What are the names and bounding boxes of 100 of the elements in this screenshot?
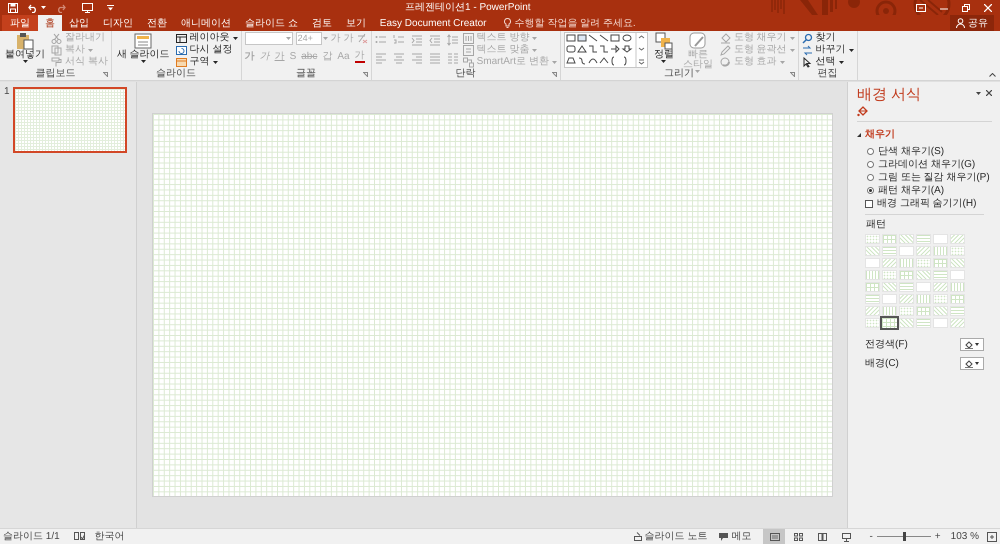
ribbon-large-button[interactable]: 정렬 bbox=[652, 32, 676, 68]
redo-icon[interactable] bbox=[56, 2, 66, 12]
share-button[interactable]: 공유 bbox=[950, 15, 994, 31]
pattern-swatch[interactable] bbox=[950, 294, 965, 304]
pattern-swatch[interactable] bbox=[916, 282, 931, 292]
ribbon-tab[interactable]: 애니메이션 bbox=[174, 15, 238, 31]
undo-icon[interactable] bbox=[28, 2, 38, 12]
launcher-icon[interactable] bbox=[102, 72, 108, 77]
zoom-out-button[interactable]: - bbox=[867, 532, 875, 542]
pattern-swatch[interactable] bbox=[865, 306, 880, 316]
pattern-swatch[interactable] bbox=[865, 270, 880, 280]
ribbon-button[interactable]: 레이아웃 bbox=[176, 32, 238, 44]
pattern-swatch[interactable] bbox=[933, 270, 948, 280]
pattern-swatch[interactable] bbox=[882, 246, 897, 256]
ribbon-button[interactable]: 다시 설정 bbox=[176, 44, 238, 56]
comments-button[interactable]: 메모 bbox=[719, 532, 752, 542]
clear-format-icon[interactable] bbox=[356, 33, 368, 44]
ribbon-button[interactable]: 찾기 bbox=[802, 32, 854, 44]
pattern-swatch[interactable] bbox=[950, 246, 965, 256]
pattern-swatch[interactable] bbox=[899, 318, 914, 328]
save-icon[interactable] bbox=[8, 2, 18, 12]
pattern-swatch[interactable] bbox=[916, 258, 931, 268]
slide-thumbnail[interactable] bbox=[12, 87, 127, 153]
pattern-swatch[interactable] bbox=[950, 306, 965, 316]
pattern-swatch[interactable] bbox=[950, 270, 965, 280]
radio-button[interactable]: 그림 또는 질감 채우기(P) bbox=[867, 172, 992, 183]
pattern-swatch[interactable] bbox=[865, 246, 880, 256]
radio-button[interactable]: 패턴 채우기(A) bbox=[867, 185, 992, 196]
fit-slide-icon[interactable] bbox=[987, 532, 997, 542]
pattern-swatch[interactable] bbox=[916, 234, 931, 244]
pattern-swatch[interactable] bbox=[899, 246, 914, 256]
ribbon-button[interactable]: 구역 bbox=[176, 56, 238, 68]
pattern-swatch[interactable] bbox=[865, 294, 880, 304]
zoom-in-button[interactable]: + bbox=[932, 532, 943, 542]
slider-thumb[interactable] bbox=[902, 532, 906, 541]
pattern-swatch[interactable] bbox=[899, 258, 914, 268]
pattern-swatch[interactable] bbox=[865, 318, 880, 328]
ribbon-button[interactable]: 바꾸기 bbox=[802, 44, 854, 56]
normal-view-button[interactable] bbox=[763, 529, 786, 544]
pattern-swatch[interactable] bbox=[933, 246, 948, 256]
language-label[interactable]: 한국어 bbox=[94, 532, 125, 542]
color-picker-button[interactable] bbox=[960, 357, 984, 370]
pattern-swatch[interactable] bbox=[950, 234, 965, 244]
radio-button[interactable]: 단색 채우기(S) bbox=[867, 146, 992, 157]
checkbox[interactable]: 배경 그래픽 숨기기(H) bbox=[865, 198, 992, 210]
pattern-swatch[interactable] bbox=[899, 270, 914, 280]
pattern-swatch[interactable] bbox=[899, 234, 914, 244]
ribbon-tab[interactable]: 파일 bbox=[2, 15, 38, 31]
section-header[interactable]: 채우기 bbox=[857, 129, 992, 140]
launcher-icon[interactable] bbox=[362, 72, 368, 77]
paint-bucket-icon[interactable] bbox=[857, 106, 868, 117]
ribbon-tab[interactable]: Easy Document Creator bbox=[372, 15, 494, 31]
pattern-swatch[interactable] bbox=[899, 282, 914, 292]
ribbon-tab[interactable]: 검토 bbox=[304, 15, 339, 31]
pattern-swatch[interactable] bbox=[916, 294, 931, 304]
proofing-icon[interactable] bbox=[74, 532, 85, 541]
pattern-swatch[interactable] bbox=[882, 294, 897, 304]
ribbon-tab[interactable]: 홈 bbox=[38, 15, 62, 31]
pattern-swatch[interactable] bbox=[865, 282, 880, 292]
ribbon-tab[interactable]: 디자인 bbox=[96, 15, 140, 31]
pattern-swatch[interactable] bbox=[916, 270, 931, 280]
pattern-swatch[interactable] bbox=[916, 318, 931, 328]
pattern-swatch[interactable] bbox=[950, 258, 965, 268]
zoom-level[interactable]: 103 % bbox=[950, 532, 979, 542]
ribbon-large-button[interactable]: 새 슬라이드 bbox=[114, 32, 172, 68]
pattern-swatch[interactable] bbox=[865, 258, 880, 268]
pattern-swatch[interactable] bbox=[882, 270, 897, 280]
pattern-swatch[interactable] bbox=[865, 234, 880, 244]
close-icon[interactable] bbox=[986, 90, 992, 96]
pattern-swatch[interactable] bbox=[882, 318, 897, 328]
ribbon-display-icon[interactable] bbox=[916, 4, 926, 12]
pattern-swatch[interactable] bbox=[950, 318, 965, 328]
pattern-swatch[interactable] bbox=[933, 306, 948, 316]
pattern-swatch[interactable] bbox=[882, 282, 897, 292]
pattern-swatch[interactable] bbox=[882, 258, 897, 268]
shapes-gallery[interactable] bbox=[564, 32, 648, 68]
pattern-swatch[interactable] bbox=[933, 282, 948, 292]
pattern-swatch[interactable] bbox=[933, 234, 948, 244]
ribbon-large-button[interactable]: 붙여넣기 bbox=[3, 32, 47, 68]
collapse-icon[interactable] bbox=[989, 73, 996, 77]
pattern-swatch[interactable] bbox=[882, 234, 897, 244]
pattern-swatch[interactable] bbox=[916, 246, 931, 256]
customize-icon[interactable] bbox=[107, 4, 114, 10]
ribbon-button[interactable]: 선택 bbox=[802, 56, 854, 68]
ribbon-tab[interactable]: 슬라이드 쇼 bbox=[238, 15, 305, 31]
pattern-swatch[interactable] bbox=[899, 306, 914, 316]
color-picker-button[interactable] bbox=[960, 338, 984, 351]
pattern-swatch[interactable] bbox=[933, 318, 948, 328]
launcher-icon[interactable] bbox=[790, 72, 795, 77]
pattern-swatch[interactable] bbox=[916, 306, 931, 316]
ribbon-tab[interactable]: 보기 bbox=[338, 15, 373, 31]
slideshow-icon[interactable] bbox=[82, 2, 93, 12]
ribbon-tab[interactable]: 전환 bbox=[140, 15, 174, 31]
tell-me-field[interactable]: 수행할 작업을 알려 주세요. bbox=[504, 15, 664, 31]
zoom-slider[interactable] bbox=[876, 532, 931, 541]
pattern-swatch[interactable] bbox=[882, 306, 897, 316]
radio-button[interactable]: 그라데이션 채우기(G) bbox=[867, 159, 992, 170]
caret-icon[interactable] bbox=[976, 92, 981, 94]
pattern-swatch[interactable] bbox=[950, 282, 965, 292]
notes-button[interactable]: 슬라이드 노트 bbox=[634, 532, 708, 542]
